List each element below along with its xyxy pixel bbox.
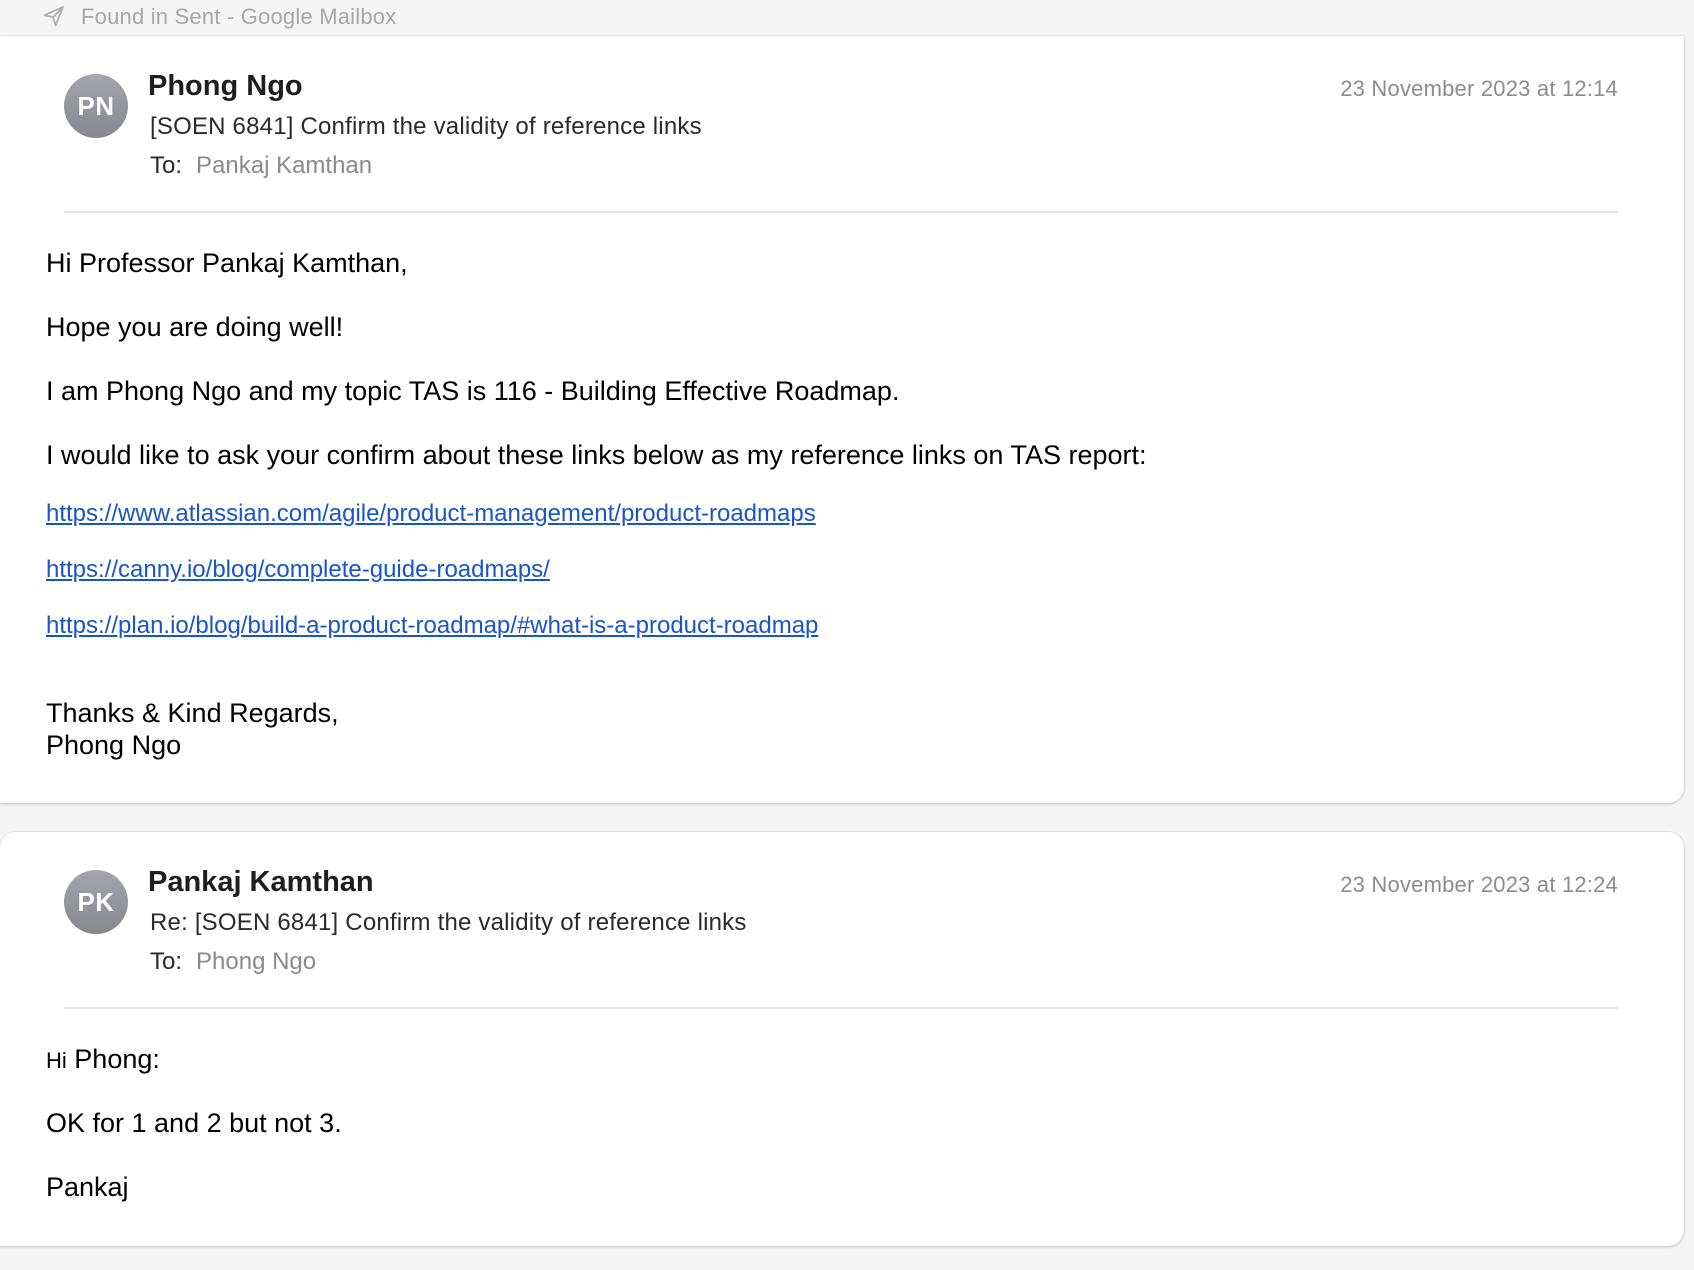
recipient-row: To: Phong Ngo <box>150 948 316 976</box>
reference-link[interactable]: https://canny.io/blog/complete-guide-roa… <box>46 556 550 584</box>
reference-link[interactable]: https://www.atlassian.com/agile/product-… <box>46 500 816 528</box>
found-in-mailbox-text[interactable]: Found in Sent - Google Mailbox <box>81 4 396 30</box>
avatar: PN <box>64 74 128 138</box>
recipient-name[interactable]: Phong Ngo <box>196 948 316 975</box>
message-card: PN Phong Ngo [SOEN 6841] Confirm the val… <box>0 36 1684 803</box>
greeting-name: Phong: <box>74 1044 160 1074</box>
to-label: To: <box>150 152 183 179</box>
to-label: To: <box>150 948 183 975</box>
found-in-mailbox-bar: Found in Sent - Google Mailbox <box>0 0 1694 34</box>
recipient-name[interactable]: Pankaj Kamthan <box>196 152 372 179</box>
header-divider <box>64 1007 1618 1009</box>
body-signoff: Thanks & Kind Regards, <box>46 698 339 728</box>
sender-name[interactable]: Phong Ngo <box>148 70 303 103</box>
message-card: PK Pankaj Kamthan Re: [SOEN 6841] Confir… <box>0 832 1684 1246</box>
body-paragraph: I would like to ask your confirm about t… <box>46 440 1147 470</box>
body-greeting: Hi Professor Pankaj Kamthan, <box>46 248 408 278</box>
sender-name[interactable]: Pankaj Kamthan <box>148 866 374 899</box>
recipient-row: To: Pankaj Kamthan <box>150 152 372 180</box>
reference-link[interactable]: https://plan.io/blog/build-a-product-roa… <box>46 612 818 640</box>
message-timestamp: 23 November 2023 at 12:24 <box>1340 872 1618 897</box>
avatar: PK <box>64 870 128 934</box>
body-signature: Pankaj <box>46 1172 129 1202</box>
header-divider <box>64 211 1618 213</box>
body-paragraph: Hope you are doing well! <box>46 312 344 342</box>
body-greeting: Hi Phong: <box>46 1044 160 1075</box>
message-subject: [SOEN 6841] Confirm the validity of refe… <box>150 113 702 140</box>
body-paragraph: I am Phong Ngo and my topic TAS is 116 -… <box>46 376 900 406</box>
body-paragraph: OK for 1 and 2 but not 3. <box>46 1108 342 1138</box>
paper-plane-icon <box>43 6 64 27</box>
body-signature: Phong Ngo <box>46 730 182 760</box>
message-subject: Re: [SOEN 6841] Confirm the validity of … <box>150 909 747 936</box>
message-timestamp: 23 November 2023 at 12:14 <box>1340 76 1618 101</box>
greeting-hi: Hi <box>46 1048 67 1073</box>
